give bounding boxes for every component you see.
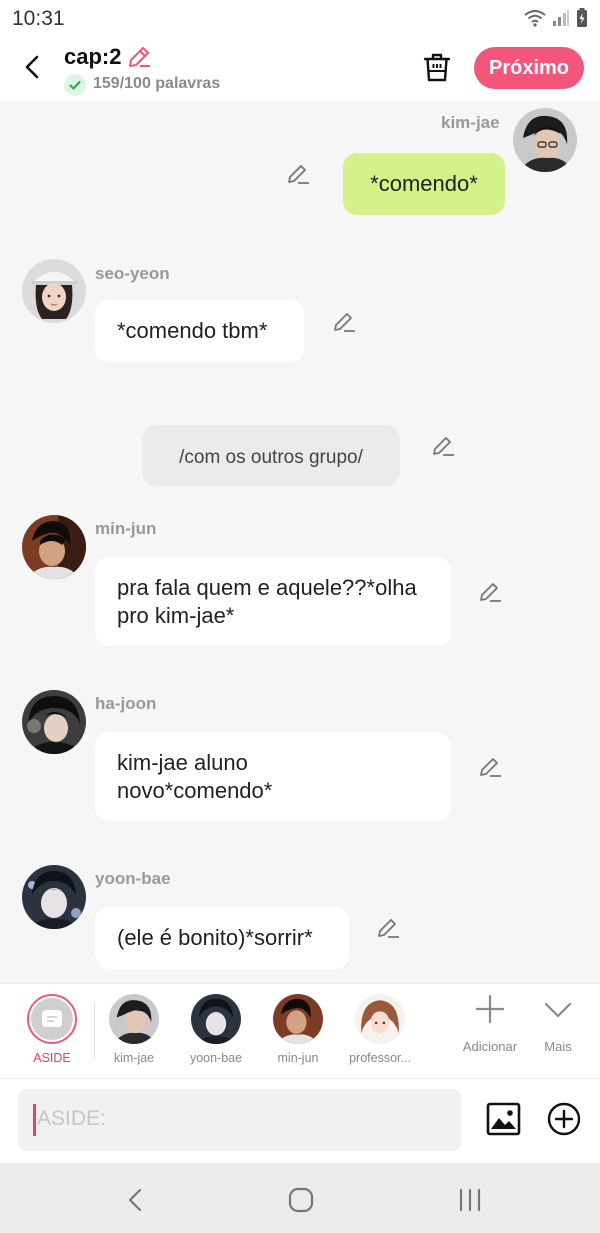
system-nav-bar — [0, 1163, 600, 1233]
sender-name: ha-joon — [95, 694, 157, 713]
message-bubble[interactable]: (ele é bonito)*sorrir* — [95, 907, 349, 969]
check-icon — [64, 74, 86, 96]
add-circle-icon[interactable] — [546, 1101, 582, 1137]
edit-title-icon[interactable] — [126, 44, 152, 70]
character-label: min-jun — [277, 1051, 319, 1065]
text-cursor — [33, 1104, 36, 1136]
edit-message-icon[interactable] — [286, 162, 312, 188]
input-placeholder: ASIDE: — [37, 1107, 106, 1130]
avatar — [355, 994, 405, 1044]
character-yoon-bae[interactable]: yoon-bae — [176, 994, 256, 1065]
character-kim-jae[interactable]: kim-jae — [94, 994, 174, 1065]
character-professor[interactable]: professor... — [340, 994, 420, 1065]
avatar — [191, 994, 241, 1044]
status-bar: 10:31 — [0, 0, 600, 38]
avatar[interactable] — [22, 690, 86, 754]
sender-name: min-jun — [95, 519, 157, 538]
message-bubble[interactable]: *comendo* — [343, 153, 505, 215]
message-bubble[interactable]: pra fala quem e aquele??*olha pro kim-ja… — [95, 557, 451, 646]
avatar[interactable] — [513, 108, 577, 172]
character-aside[interactable]: ASIDE — [12, 994, 92, 1065]
more-label: Mais — [544, 1039, 572, 1054]
plus-icon — [475, 994, 505, 1024]
character-bar: ASIDE kim-jae yoon-bae min-jun professor… — [0, 983, 600, 1079]
status-icons — [524, 8, 588, 28]
comment-icon — [42, 1010, 62, 1027]
character-label: ASIDE — [33, 1051, 71, 1065]
edit-message-icon[interactable] — [431, 434, 457, 460]
signal-icon — [553, 10, 569, 26]
editor-header: cap:2 159/100 palavras Próximo — [0, 38, 600, 101]
aside-bubble[interactable]: /com os outros grupo/ — [142, 425, 400, 486]
more-button[interactable]: Mais — [533, 994, 583, 1054]
word-count: 159/100 palavras — [93, 75, 221, 92]
avatar — [109, 994, 159, 1044]
character-label: yoon-bae — [189, 1051, 243, 1065]
nav-recents-icon[interactable] — [457, 1187, 483, 1213]
avatar[interactable] — [22, 515, 86, 579]
edit-message-icon[interactable] — [478, 755, 504, 781]
sender-name: seo-yeon — [95, 264, 170, 283]
input-bar: ASIDE: — [0, 1079, 600, 1163]
avatar[interactable] — [22, 259, 86, 323]
sender-name: kim-jae — [441, 113, 500, 132]
character-label: kim-jae — [113, 1051, 155, 1065]
battery-icon — [577, 8, 587, 27]
character-min-jun[interactable]: min-jun — [258, 994, 338, 1065]
chevron-down-icon — [544, 1002, 572, 1018]
avatar[interactable] — [22, 865, 86, 929]
add-label: Adicionar — [462, 1039, 518, 1054]
character-label: professor... — [349, 1051, 411, 1065]
add-character-button[interactable]: Adicionar — [460, 994, 520, 1054]
message-bubble[interactable]: *comendo tbm* — [95, 300, 304, 362]
status-time: 10:31 — [12, 7, 65, 30]
edit-message-icon[interactable] — [332, 310, 358, 336]
aside-avatar — [27, 994, 77, 1044]
back-icon[interactable] — [18, 52, 48, 82]
edit-message-icon[interactable] — [478, 580, 504, 606]
message-bubble[interactable]: kim-jae aluno novo*comendo* — [95, 732, 451, 821]
edit-message-icon[interactable] — [376, 916, 402, 942]
chapter-title: cap:2 — [64, 44, 122, 69]
trash-icon[interactable] — [422, 52, 452, 84]
avatar — [273, 994, 323, 1044]
wifi-icon — [524, 10, 546, 27]
nav-home-icon[interactable] — [288, 1187, 314, 1213]
chat-area[interactable]: kim-jae *comendo* seo-yeon *comendo tbm*… — [0, 101, 600, 983]
nav-back-icon[interactable] — [124, 1187, 146, 1213]
image-icon[interactable] — [486, 1102, 521, 1136]
sender-name: yoon-bae — [95, 869, 171, 888]
next-button[interactable]: Próximo — [474, 47, 584, 89]
